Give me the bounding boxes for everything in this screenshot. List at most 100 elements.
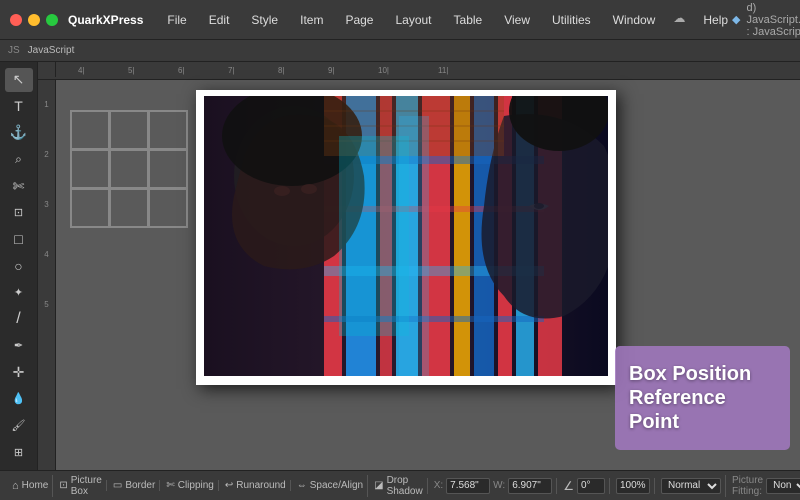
tool-zoom[interactable]: ⌕ <box>5 148 33 172</box>
tool-eyedropper[interactable]: 💧 <box>5 387 33 411</box>
menu-edit[interactable]: Edit <box>205 11 234 29</box>
left-toolbar: ↖ T ⚓ ⌕ ✄ ⊡ □ ○ ✦ / ✒ ✛ 💧 🖌 ⊞ <box>0 62 38 470</box>
status-runaround: ↩ Runaround <box>218 480 286 491</box>
tool-grid[interactable]: ⊞ <box>5 440 33 464</box>
artwork-image[interactable] <box>204 96 608 376</box>
picture-box-icon: ⊡ <box>59 480 67 491</box>
tool-brush[interactable]: 🖌 <box>5 414 33 438</box>
status-scale <box>609 478 650 494</box>
picture-box-label: Picture Box <box>71 475 102 497</box>
grid-box[interactable] <box>109 188 149 228</box>
menu-utilities[interactable]: Utilities <box>548 11 595 29</box>
x-input[interactable] <box>446 478 490 494</box>
ruler-mark: 10| <box>378 66 389 75</box>
tool-pointer[interactable]: ↖ <box>5 68 33 92</box>
canvas-area: 4| 5| 6| 7| 8| 9| 10| 11| 1 2 3 4 5 <box>38 62 800 470</box>
grid-box[interactable] <box>70 110 110 150</box>
ruler-top: 4| 5| 6| 7| 8| 9| 10| 11| <box>38 62 800 80</box>
tool-move[interactable]: ✛ <box>5 361 33 385</box>
menu-page[interactable]: Page <box>341 11 377 29</box>
document-page <box>196 90 616 385</box>
picture-fitting-select[interactable]: None <box>766 478 800 494</box>
ruler-mark: 5| <box>128 66 135 75</box>
tool-scissors[interactable]: ✄ <box>5 174 33 198</box>
minimize-button[interactable] <box>28 14 40 26</box>
menu-layout[interactable]: Layout <box>391 11 435 29</box>
runaround-icon: ↩ <box>225 480 233 491</box>
tool-line[interactable]: / <box>5 307 33 331</box>
status-picture-box: ⊡ Picture Box <box>52 475 102 497</box>
statusbar: ⌂ Home ⊡ Picture Box ▭ Border ✄ Clipping… <box>0 470 800 500</box>
x-label: X: <box>434 480 443 491</box>
js-icon: JS <box>8 45 20 56</box>
tool-pen[interactable]: ✒ <box>5 334 33 358</box>
app-title: QuarkXPress <box>68 13 143 27</box>
angle-input[interactable] <box>577 478 605 494</box>
ruler-v-mark: 4 <box>44 250 48 259</box>
tooltip-title: Box Position Reference Point <box>629 362 776 434</box>
maximize-button[interactable] <box>46 14 58 26</box>
cloud-icon: ☁ <box>673 11 685 29</box>
status-border: ▭ Border <box>106 480 155 491</box>
tool-link[interactable]: ⚓ <box>5 121 33 145</box>
tooltip-box: Box Position Reference Point <box>615 346 790 450</box>
ruler-mark: 7| <box>228 66 235 75</box>
tool-circle[interactable]: ○ <box>5 254 33 278</box>
space-align-label: Space/Align <box>310 480 363 491</box>
w-input[interactable] <box>508 478 552 494</box>
menu-file[interactable]: File <box>163 11 190 29</box>
ruler-v-mark: 2 <box>44 150 48 159</box>
ruler-mark: 4| <box>78 66 85 75</box>
runaround-label: Runaround <box>236 480 285 491</box>
ruler-left: 1 2 3 4 5 <box>38 80 56 470</box>
status-drop-shadow: ◪ Drop Shadow <box>367 475 423 497</box>
close-button[interactable] <box>10 14 22 26</box>
ruler-v-mark: 1 <box>44 100 48 109</box>
grid-box[interactable] <box>70 149 110 189</box>
menu-table[interactable]: Table <box>450 11 487 29</box>
tool-picture[interactable]: ⊡ <box>5 201 33 225</box>
border-label: Border <box>125 480 155 491</box>
status-normal: Normal Multiply <box>654 478 721 494</box>
grid-box[interactable] <box>109 110 149 150</box>
clipping-icon: ✄ <box>166 480 174 491</box>
menu-view[interactable]: View <box>500 11 534 29</box>
secondary-toolbar: JS JavaScript <box>0 40 800 62</box>
menu-item[interactable]: Item <box>296 11 327 29</box>
space-align-icon: ⇔ <box>297 480 307 491</box>
scale-input[interactable] <box>616 478 650 494</box>
grid-box[interactable] <box>148 149 188 189</box>
menu-window[interactable]: Window <box>609 11 660 29</box>
angle-icon: ∠ <box>563 479 574 493</box>
ruler-mark: 11| <box>438 66 448 75</box>
drop-shadow-icon: ◪ <box>374 480 383 491</box>
border-icon: ▭ <box>113 480 122 491</box>
grid-box[interactable] <box>70 188 110 228</box>
status-picture-fitting: Picture Fitting: None <box>725 475 800 497</box>
ruler-mark: 8| <box>278 66 285 75</box>
status-home: ⌂ Home <box>6 480 48 492</box>
clipping-label: Clipping <box>178 480 214 491</box>
normal-select[interactable]: Normal Multiply <box>661 478 721 494</box>
w-label: W: <box>493 480 505 491</box>
menu-bar: File Edit Style Item Page Layout Table V… <box>163 11 732 29</box>
status-coords: X: W: <box>427 478 553 494</box>
titlebar: QuarkXPress File Edit Style Item Page La… <box>0 0 800 40</box>
file-badge: ◆ d) JavaScript.qxp : JavaScript <box>732 2 800 38</box>
grid-box[interactable] <box>109 149 149 189</box>
artwork-svg <box>204 96 608 376</box>
ruler-mark: 9| <box>328 66 335 75</box>
ruler-v-mark: 3 <box>44 200 48 209</box>
home-label: Home <box>22 480 49 491</box>
menu-help[interactable]: Help <box>699 11 732 29</box>
window-controls <box>10 14 58 26</box>
menu-style[interactable]: Style <box>247 11 282 29</box>
tool-text[interactable]: T <box>5 95 33 119</box>
tool-star[interactable]: ✦ <box>5 281 33 305</box>
grid-box[interactable] <box>148 188 188 228</box>
ruler-mark: 6| <box>178 66 185 75</box>
status-angle: ∠ <box>556 478 605 494</box>
status-clipping: ✄ Clipping <box>159 480 214 491</box>
tool-box[interactable]: □ <box>5 228 33 252</box>
grid-box[interactable] <box>148 110 188 150</box>
